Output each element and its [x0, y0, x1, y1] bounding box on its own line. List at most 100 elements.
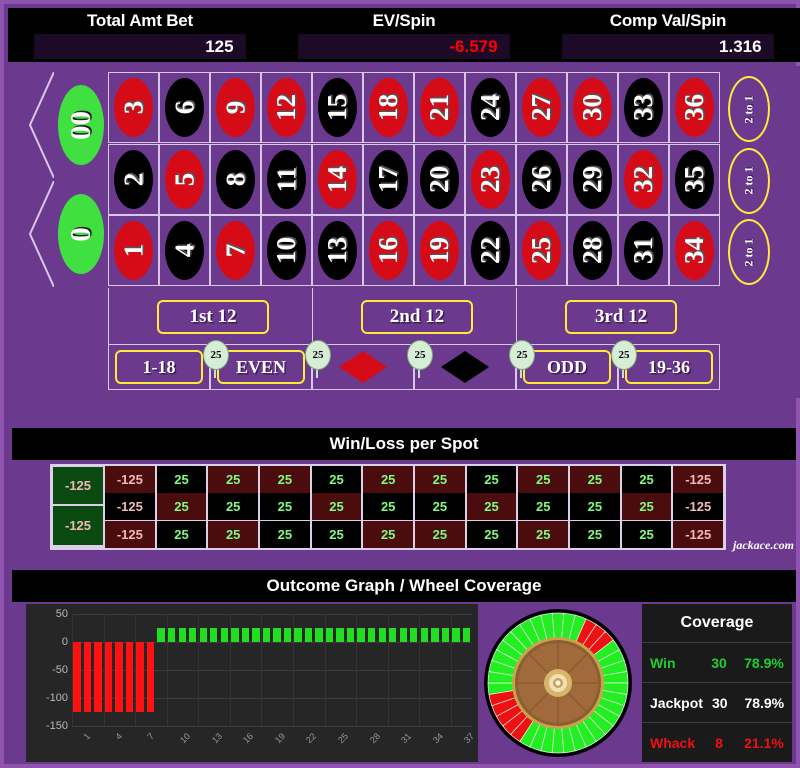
number-label: 7 [220, 243, 250, 258]
win-loss-value: 25 [432, 499, 448, 515]
number-cell-34[interactable]: 34 [669, 215, 720, 287]
number-cell-16[interactable]: 16 [363, 215, 414, 287]
number-cell-30[interactable]: 30 [567, 72, 618, 143]
win-loss-cell: 25 [311, 493, 362, 521]
number-label: 28 [577, 237, 607, 265]
win-loss-cell: 25 [466, 520, 517, 548]
win-loss-value: 25 [587, 526, 603, 542]
x-gridline [324, 614, 326, 726]
win-loss-value: 25 [277, 499, 293, 515]
number-label: 19 [424, 237, 454, 265]
number-cell-29[interactable]: 29 [567, 143, 618, 215]
number-label: 3 [118, 100, 148, 115]
number-cell-7[interactable]: 7 [210, 215, 261, 287]
chart-bar [304, 628, 313, 642]
chart-bar [315, 628, 323, 642]
number-cell-13[interactable]: 13 [312, 215, 363, 287]
chip[interactable]: 25 [509, 340, 535, 370]
outcome-title-bar: Outcome Graph / Wheel Coverage [12, 570, 796, 602]
number-cell-28[interactable]: 28 [567, 215, 618, 287]
number-cell-15[interactable]: 15 [312, 72, 363, 143]
number-cell-33[interactable]: 33 [618, 72, 669, 143]
number-cell-4[interactable]: 4 [159, 215, 210, 287]
win-loss-value: 25 [225, 499, 241, 515]
chart-bar [210, 628, 218, 642]
win-loss-cell: 25 [570, 493, 620, 521]
coverage-label: Win [650, 654, 676, 671]
number-oval: 8 [216, 149, 255, 209]
number-cell-6[interactable]: 6 [159, 72, 210, 143]
zero-hex-edge [28, 181, 54, 287]
number-cell-12[interactable]: 12 [261, 72, 312, 143]
win-loss-section: Win/Loss per Spot -125 -125 -125 25 25 25 25 2… [8, 428, 800, 560]
number-cell-25[interactable]: 25 [516, 215, 567, 287]
number-cell-14[interactable]: 14 [312, 143, 363, 215]
number-oval: 22 [471, 221, 510, 281]
chip[interactable]: 25 [407, 340, 433, 370]
stat-value: -6.579 [449, 36, 498, 56]
number-cell-18[interactable]: 18 [363, 72, 414, 143]
x-gridline [135, 614, 137, 726]
number-cell-3[interactable]: 3 [108, 72, 159, 143]
chart-bar [389, 628, 397, 642]
chip[interactable]: 25 [611, 340, 637, 370]
outside-bet-label: 1-18 [142, 356, 176, 377]
number-cell-32[interactable]: 32 [618, 143, 669, 215]
number-cell-10[interactable]: 10 [261, 215, 312, 287]
win-loss-cell: 25 [156, 520, 207, 548]
coverage-row-win: Win 30 78.9% [642, 642, 792, 682]
chart-bar [241, 628, 250, 642]
number-cell-24[interactable]: 24 [465, 72, 516, 143]
number-cell-17[interactable]: 17 [363, 143, 414, 215]
coverage-table: Coverage Win 30 78.9% Jackpot 30 78.9% Whack 8 21… [642, 604, 792, 762]
win-loss-cell: 25 [208, 520, 259, 548]
win-loss-value: 25 [277, 472, 293, 487]
chart-bar [441, 628, 450, 642]
stat-value: 125 [205, 36, 234, 56]
chip[interactable]: 25 [305, 340, 331, 370]
number-cell-35[interactable]: 35 [669, 143, 720, 215]
number-cell-31[interactable]: 31 [618, 215, 669, 287]
x-gridline [103, 614, 105, 726]
column-bet-2[interactable]: 2 to 1 [720, 144, 775, 215]
win-loss-value: 25 [432, 526, 448, 542]
number-cell-1[interactable]: 1 [108, 215, 159, 287]
number-cell-19[interactable]: 19 [414, 215, 465, 287]
number-cell-22[interactable]: 22 [465, 215, 516, 287]
number-cell-2[interactable]: 2 [108, 143, 159, 215]
outside-bet-1-18[interactable]: 1-18 [108, 344, 210, 390]
number-cell-9[interactable]: 9 [210, 72, 261, 143]
dozen-slot-3[interactable]: 3rd 12 [516, 288, 720, 344]
number-cell-36[interactable]: 36 [669, 72, 720, 143]
number-cell-8[interactable]: 8 [210, 143, 261, 215]
win-loss-cell: 25 [208, 493, 259, 521]
column-bet-3[interactable]: 2 to 1 [720, 215, 775, 286]
number-cell-23[interactable]: 23 [465, 143, 516, 215]
number-oval: 3 [114, 78, 153, 137]
win-loss-value: 25 [484, 526, 499, 542]
win-loss-cell: 25 [363, 493, 414, 521]
dozen-box: 3rd 12 [565, 300, 677, 334]
number-cell-5[interactable]: 5 [159, 143, 210, 215]
number-cell-26[interactable]: 26 [516, 143, 567, 215]
win-loss-cell: 25 [260, 520, 310, 548]
number-label: 5 [169, 172, 199, 186]
zero-cell-00[interactable]: 00 [28, 72, 110, 178]
dozen-slot-1[interactable]: 1st 12 [108, 288, 312, 344]
number-cell-21[interactable]: 21 [414, 72, 465, 143]
zero-cell-0[interactable]: 0 [28, 181, 110, 287]
number-oval: 15 [318, 78, 357, 137]
number-label: 23 [475, 165, 505, 193]
number-cell-20[interactable]: 20 [414, 143, 465, 215]
win-loss-cell: -125 [105, 493, 155, 521]
number-oval: 35 [675, 149, 714, 209]
number-cell-11[interactable]: 11 [261, 143, 312, 215]
chip[interactable]: 25 [203, 340, 229, 370]
zero-hex-edge [28, 72, 54, 178]
coverage-count: 30 [711, 654, 727, 671]
dozen-slot-2[interactable]: 2nd 12 [312, 288, 516, 344]
y-tick-label: 50 [55, 608, 68, 620]
number-oval: 17 [369, 149, 408, 209]
column-bet-1[interactable]: 2 to 1 [720, 72, 775, 143]
number-cell-27[interactable]: 27 [516, 72, 567, 143]
